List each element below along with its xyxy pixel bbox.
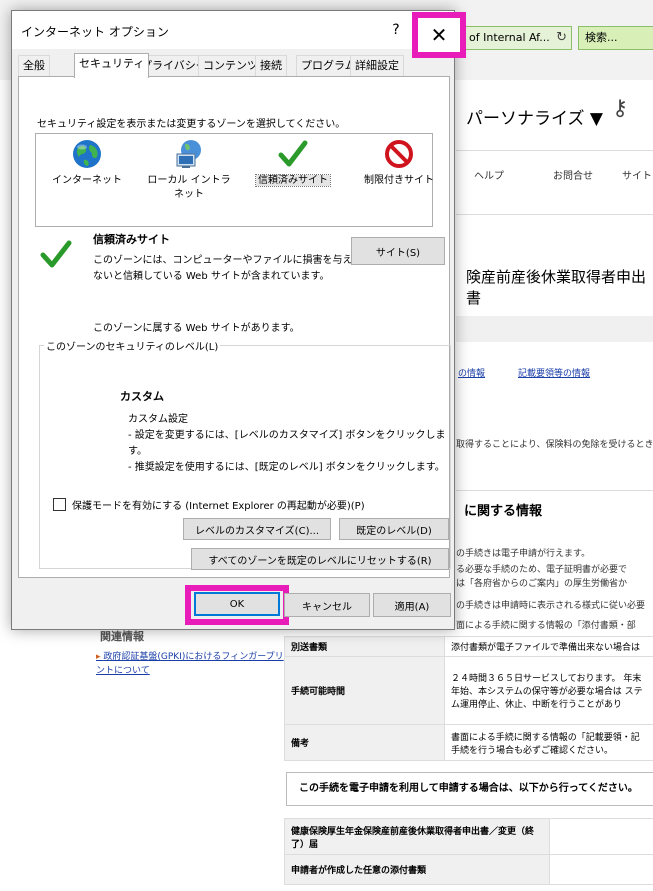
restricted-icon bbox=[385, 140, 413, 168]
close-icon: ✕ bbox=[430, 23, 448, 47]
cancel-button[interactable]: キャンセル bbox=[284, 593, 370, 617]
nav-help[interactable]: ヘルプ bbox=[474, 167, 504, 182]
nav-site[interactable]: サイト bbox=[622, 167, 652, 182]
zone-label: ローカル イントラネット bbox=[147, 175, 231, 200]
reset-all-zones-button[interactable]: すべてのゾーンを既定のレベルにリセットする(R) bbox=[191, 548, 449, 570]
page-title: 険産前産後休業取得者申出書 bbox=[466, 268, 647, 307]
customize-level-button[interactable]: レベルのカスタマイズ(C)... bbox=[183, 518, 331, 540]
zone-local-intranet[interactable]: ローカル イントラネット bbox=[144, 138, 234, 202]
writing-guide-link[interactable]: 記載要領等の情報 bbox=[518, 366, 590, 379]
trusted-checkmark-icon bbox=[40, 240, 72, 268]
divider bbox=[456, 490, 653, 491]
table-cell: 書面による手続に関する情報の「記載要領・記 手続を行う場合も必ずご確認ください。 bbox=[444, 724, 653, 761]
custom-line: カスタム設定 bbox=[128, 414, 188, 425]
address-text: y of Internal Af... bbox=[459, 31, 550, 44]
zone-restricted-sites[interactable]: 制限付きサイト bbox=[354, 138, 444, 188]
zone-label: 制限付きサイト bbox=[364, 175, 434, 186]
procedure-table: 別送書類 添付書類が電子ファイルで準備出来ない場合は 手続可能時間 ２４時間３６… bbox=[284, 636, 653, 761]
zone-label: 信頼済みサイト bbox=[255, 174, 331, 187]
refresh-icon[interactable]: ↻ bbox=[556, 27, 567, 49]
protected-mode-label[interactable]: 保護モードを有効にする (Internet Explorer の再起動が必要)(… bbox=[72, 497, 365, 512]
table-row: 別送書類 添付書類が電子ファイルで準備出来ない場合は bbox=[284, 636, 653, 657]
search-placeholder: 検索... bbox=[585, 31, 618, 44]
text-line: る必要な手続のため、電子証明書が必要で bbox=[456, 565, 628, 575]
dialog-titlebar[interactable]: インターネット オプション ? bbox=[12, 11, 454, 49]
divider bbox=[456, 214, 653, 215]
zone-status: このゾーンに属する Web サイトがあります。 bbox=[93, 323, 300, 334]
table-row: 申請者が作成した任意の添付書類 bbox=[284, 854, 653, 885]
grey-band bbox=[456, 316, 653, 342]
info-link[interactable]: の情報 bbox=[458, 366, 485, 379]
custom-level-title: カスタム bbox=[120, 390, 164, 403]
custom-line: - 設定を変更するには、[レベルのカスタマイズ] ボタンをクリックします。 bbox=[128, 430, 446, 457]
table-row: 備考 書面による手続に関する情報の「記載要領・記 手続を行う場合も必ずご確認くだ… bbox=[284, 724, 653, 761]
text-line: は「各府省からのご案内」の厚生労働省か bbox=[456, 579, 628, 589]
tab-connections[interactable]: 接続 bbox=[255, 55, 287, 77]
personalize-menu[interactable]: パーソナライズ ▼ bbox=[466, 104, 603, 129]
tab-security[interactable]: セキュリティ bbox=[74, 53, 150, 78]
tab-content[interactable]: コンテンツ bbox=[198, 55, 263, 77]
key-icon[interactable]: ⚷ bbox=[612, 96, 628, 121]
table-cell: ２４時間３６５日サービスしております。 年末年始、本システムの保守等が必要な場合… bbox=[444, 656, 653, 725]
security-level-legend: このゾーンのセキュリティのレベル(L) bbox=[44, 338, 221, 353]
text-line: の手続きは申請時に表示される様式に従い必要 bbox=[456, 601, 646, 611]
table-cell bbox=[549, 854, 653, 885]
table-header-cell: 別送書類 bbox=[284, 636, 445, 657]
zone-prompt: セキュリティ設定を表示または変更するゾーンを選択してください。 bbox=[37, 119, 346, 130]
checkmark-icon bbox=[278, 140, 308, 167]
section-title: に関する情報 bbox=[464, 504, 543, 519]
tab-general[interactable]: 全般 bbox=[18, 55, 50, 77]
zone-list: インターネット ローカル イントラネット 信頼済みサイト 制限付きサイト bbox=[35, 133, 434, 227]
tab-advanced[interactable]: 詳細設定 bbox=[350, 55, 404, 77]
text-line: の手続きは電子申請が行えます。 bbox=[456, 549, 591, 559]
table-row: 手続可能時間 ２４時間３６５日サービスしております。 年末年始、本システムの保守… bbox=[284, 656, 653, 725]
ok-button-highlight bbox=[185, 585, 289, 625]
table-cell: 添付書類が電子ファイルで準備出来ない場合は bbox=[444, 636, 653, 657]
gpki-link-text[interactable]: 政府認証基盤(GPKI)におけるフィンガープリントについて bbox=[96, 652, 284, 676]
text-line: 取得することにより、保険料の免除を受けるとき bbox=[456, 440, 653, 450]
table-header-cell: 申請者が作成した任意の添付書類 bbox=[284, 854, 550, 885]
globe-icon bbox=[73, 140, 101, 168]
divider bbox=[456, 150, 653, 151]
search-input[interactable]: 検索... bbox=[578, 26, 653, 50]
nav-contact[interactable]: お問合せ bbox=[553, 167, 593, 182]
apply-button[interactable]: 適用(A) bbox=[373, 593, 451, 617]
zone-internet[interactable]: インターネット bbox=[42, 138, 132, 188]
dialog-title: インターネット オプション bbox=[21, 25, 169, 39]
related-info-title: 関連情報 bbox=[100, 630, 144, 643]
close-button[interactable]: ✕ bbox=[412, 12, 466, 58]
protected-mode-option[interactable]: 保護モードを有効にする (Internet Explorer の再起動が必要)(… bbox=[53, 497, 365, 512]
security-panel: セキュリティ設定を表示または変更するゾーンを選択してください。 インターネット bbox=[18, 76, 451, 578]
forms-table: 健康保険厚生年金保険産前産後休業取得者申出書／変更（終了）届 申請者が作成した任… bbox=[284, 818, 653, 885]
zone-label: インターネット bbox=[52, 175, 122, 186]
table-header-cell: 備考 bbox=[284, 724, 445, 761]
intranet-icon bbox=[176, 140, 201, 168]
protected-mode-checkbox[interactable] bbox=[53, 498, 66, 511]
table-header-cell: 手続可能時間 bbox=[284, 656, 445, 725]
default-level-button[interactable]: 既定のレベル(D) bbox=[339, 518, 449, 540]
help-button[interactable]: ? bbox=[382, 15, 410, 45]
selected-zone-name: 信頼済みサイト bbox=[93, 233, 170, 246]
custom-level-description: カスタム設定 - 設定を変更するには、[レベルのカスタマイズ] ボタンをクリック… bbox=[128, 412, 448, 476]
e-application-banner: この手続を電子申請を利用して申請する場合は、以下から行ってください。 bbox=[286, 772, 653, 806]
zone-trusted-sites[interactable]: 信頼済みサイト bbox=[248, 138, 338, 188]
internet-options-dialog: インターネット オプション ? 全般 セキュリティ プライバシー コンテンツ 接… bbox=[11, 10, 455, 630]
zone-description: このゾーンには、コンピューターやファイルに損害を与えないと信頼している Web … bbox=[93, 255, 353, 282]
table-header-cell: 健康保険厚生年金保険産前産後休業取得者申出書／変更（終了）届 bbox=[284, 818, 550, 855]
table-row: 健康保険厚生年金保険産前産後休業取得者申出書／変更（終了）届 bbox=[284, 818, 653, 855]
gpki-link[interactable]: ▸ 政府認証基盤(GPKI)におけるフィンガープリントについて bbox=[96, 650, 286, 678]
custom-line: - 推奨設定を使用するには、[既定のレベル] ボタンをクリックします。 bbox=[128, 462, 445, 473]
text-line: 面による手続に関する情報の「添付書類・部 bbox=[456, 621, 636, 631]
sites-button[interactable]: サイト(S) bbox=[351, 237, 445, 265]
table-cell bbox=[549, 818, 653, 855]
